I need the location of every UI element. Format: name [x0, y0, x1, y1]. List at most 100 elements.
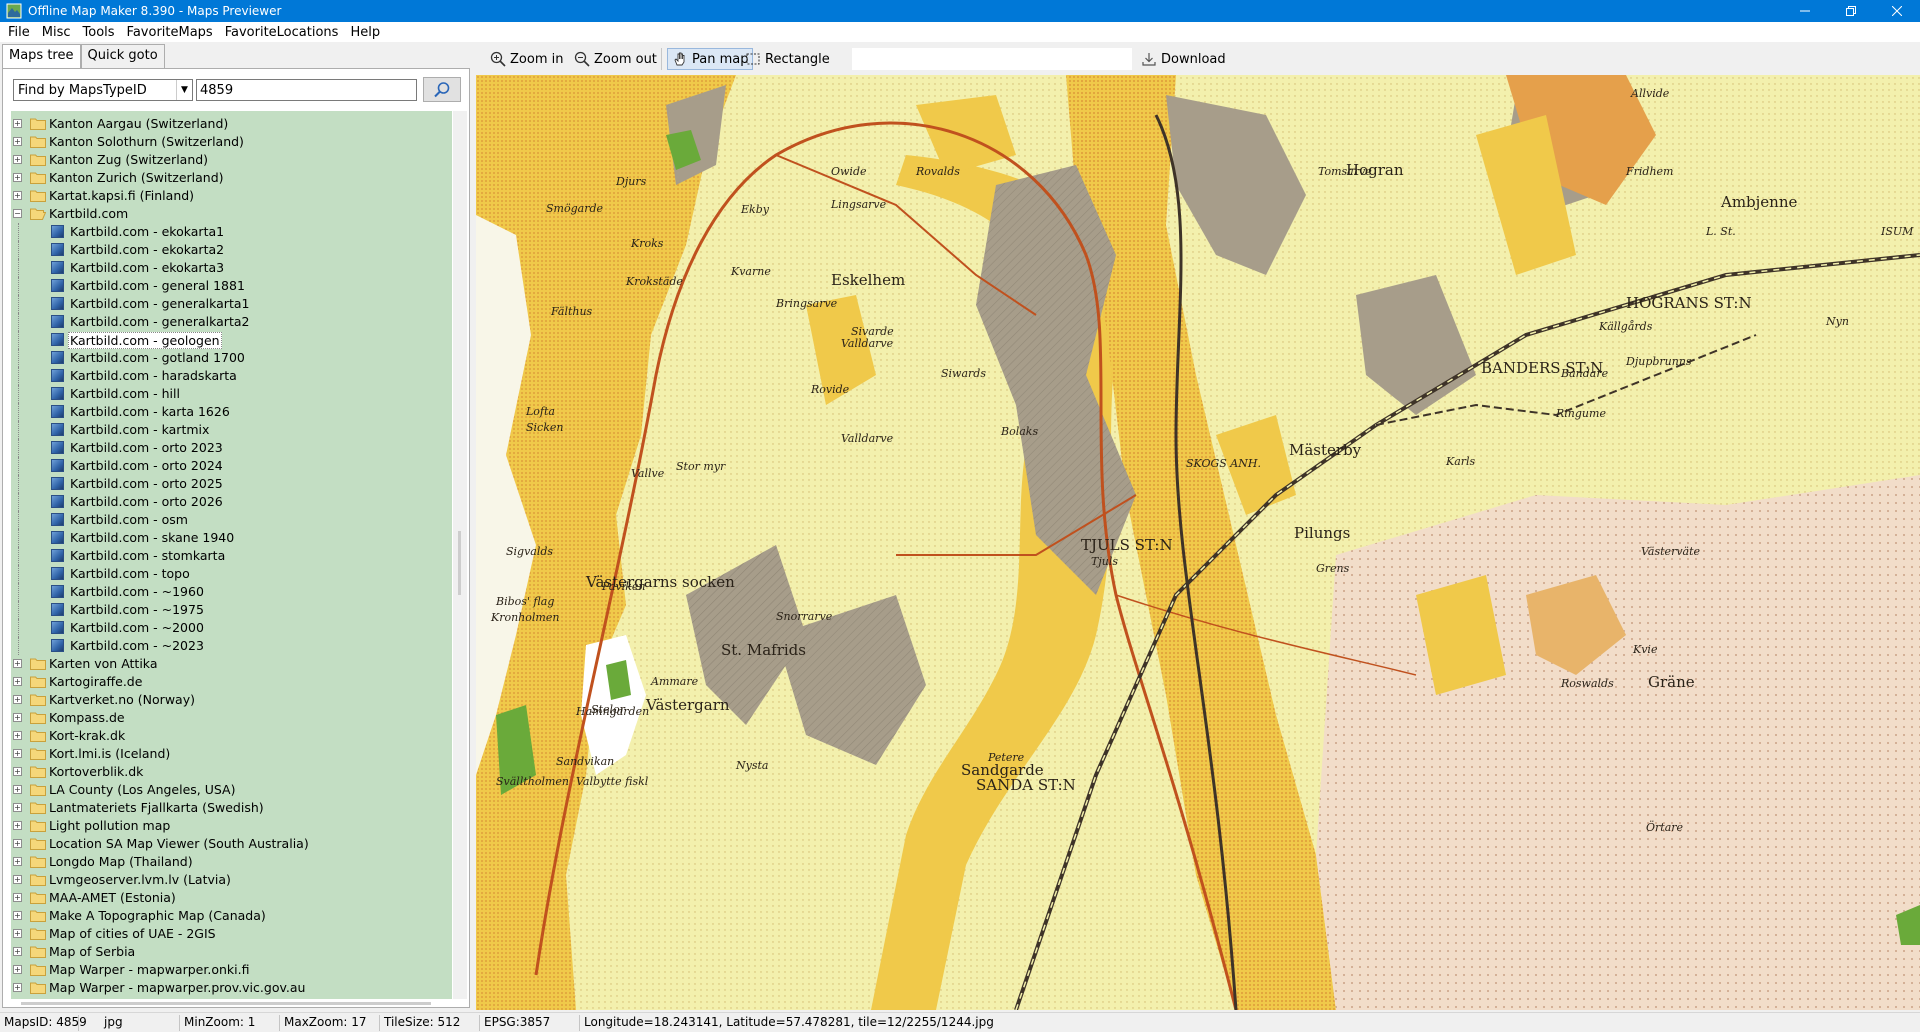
expand-icon[interactable]: + — [13, 875, 22, 884]
tree-map-item[interactable]: Kartbild.com - topo — [11, 565, 452, 583]
find-input[interactable] — [196, 79, 417, 101]
tree-folder-item[interactable]: + Map of cities of UAE - 2GIS — [11, 925, 452, 943]
expand-icon[interactable]: + — [13, 749, 22, 758]
menu-favorite-locations[interactable]: FavoriteLocations — [219, 25, 345, 40]
expand-icon[interactable]: + — [13, 893, 22, 902]
tree-map-item[interactable]: Kartbild.com - ~2000 — [11, 619, 452, 637]
tree-map-item[interactable]: Kartbild.com - generalkarta1 — [11, 295, 452, 313]
tree-map-item[interactable]: Kartbild.com - hill — [11, 385, 452, 403]
tree-vertical-scrollbar[interactable] — [453, 111, 467, 999]
maximize-button[interactable] — [1828, 0, 1874, 22]
expand-icon[interactable]: + — [13, 137, 22, 146]
tree-folder-item[interactable]: + Map Warper - mapwarper.prov.vic.gov.au — [11, 979, 452, 997]
tree-folder-item[interactable]: + Location SA Map Viewer (South Australia… — [11, 835, 452, 853]
tree-map-item[interactable]: Kartbild.com - osm — [11, 511, 452, 529]
expand-icon[interactable]: + — [13, 731, 22, 740]
tree-folder-item[interactable]: + Kartogiraffe.de — [11, 673, 452, 691]
expand-icon[interactable]: + — [13, 785, 22, 794]
expand-icon[interactable]: + — [13, 695, 22, 704]
expand-icon[interactable]: + — [13, 929, 22, 938]
expand-icon[interactable]: + — [13, 155, 22, 164]
menu-tools[interactable]: Tools — [77, 25, 121, 40]
tab-quick-goto[interactable]: Quick goto — [80, 44, 165, 68]
tree-folder-item[interactable]: + Kartverket.no (Norway) — [11, 691, 452, 709]
scrollbar-thumb[interactable] — [21, 1002, 431, 1005]
tree-folder-item[interactable]: + Kanton Zug (Switzerland) — [11, 151, 452, 169]
expand-icon[interactable]: + — [13, 191, 22, 200]
tree-folder-item[interactable]: + LA County (Los Angeles, USA) — [11, 781, 452, 799]
expand-icon[interactable]: + — [13, 119, 22, 128]
tree-folder-item[interactable]: + Lantmateriets Fjallkarta (Swedish) — [11, 799, 452, 817]
tree-map-item[interactable]: Kartbild.com - generalkarta2 — [11, 313, 452, 331]
expand-icon[interactable]: + — [13, 659, 22, 668]
tree-folder-item[interactable]: + Kort-krak.dk — [11, 727, 452, 745]
menu-misc[interactable]: Misc — [36, 25, 77, 40]
chevron-down-icon[interactable]: ▼ — [176, 80, 192, 100]
collapse-icon[interactable]: − — [13, 209, 22, 218]
menu-favorite-maps[interactable]: FavoriteMaps — [121, 25, 219, 40]
close-button[interactable] — [1874, 0, 1920, 22]
expand-icon[interactable]: + — [13, 857, 22, 866]
expand-icon[interactable]: + — [13, 821, 22, 830]
tree-folder-item[interactable]: + Lvmgeoserver.lvm.lv (Latvia) — [11, 871, 452, 889]
tree-folder-item[interactable]: + Kanton Zurich (Switzerland) — [11, 169, 452, 187]
expand-icon[interactable]: + — [13, 839, 22, 848]
tree-folder-item[interactable]: + MAA-AMET (Estonia) — [11, 889, 452, 907]
tree-map-item[interactable]: Kartbild.com - ekokarta2 — [11, 241, 452, 259]
tree-folder-item[interactable]: + Kartat.kapsi.fi (Finland) — [11, 187, 452, 205]
tree-map-item[interactable]: Kartbild.com - orto 2024 — [11, 457, 452, 475]
tree-folder-item[interactable]: + Kortoverblik.dk — [11, 763, 452, 781]
maps-tree[interactable]: + Kanton Aargau (Switzerland) + Kanton Solo… — [11, 111, 452, 999]
scrollbar-thumb[interactable] — [458, 531, 461, 595]
tree-horizontal-scrollbar[interactable] — [11, 999, 452, 1007]
tab-maps-tree[interactable]: Maps tree — [2, 44, 81, 69]
tree-folder-item[interactable]: + Make A Topographic Map (Canada) — [11, 907, 452, 925]
tree-map-item[interactable]: Kartbild.com - orto 2023 — [11, 439, 452, 457]
tree-folder-item[interactable]: + Kanton Solothurn (Switzerland) — [11, 133, 452, 151]
tree-folder-item[interactable]: + Kompass.de — [11, 709, 452, 727]
tree-map-item[interactable]: Kartbild.com - gotland 1700 — [11, 349, 452, 367]
tree-folder-item[interactable]: − Kartbild.com — [11, 205, 452, 223]
zoom-out-button[interactable]: Zoom out — [570, 48, 661, 70]
expand-icon[interactable]: + — [13, 803, 22, 812]
tree-folder-item[interactable]: + Kort.lmi.is (Iceland) — [11, 745, 452, 763]
tree-map-item[interactable]: Kartbild.com - skane 1940 — [11, 529, 452, 547]
tree-map-item[interactable]: Kartbild.com - geologen — [11, 331, 452, 349]
tree-folder-item[interactable]: + Map Warper - mapwarper.onki.fi — [11, 961, 452, 979]
tree-map-item[interactable]: Kartbild.com - ~2023 — [11, 637, 452, 655]
find-button[interactable] — [423, 77, 461, 102]
tree-map-item[interactable]: Kartbild.com - ekokarta1 — [11, 223, 452, 241]
find-mode-select[interactable]: Find by MapsTypeID ▼ — [13, 79, 193, 101]
menu-file[interactable]: File — [2, 25, 36, 40]
tree-map-item[interactable]: Kartbild.com - general 1881 — [11, 277, 452, 295]
tree-map-item[interactable]: Kartbild.com - orto 2026 — [11, 493, 452, 511]
map-view[interactable]: Allvide Owide Rovalds Tomsarve Hogran Smögard… — [476, 75, 1920, 1010]
tree-map-item[interactable]: Kartbild.com - haradskarta — [11, 367, 452, 385]
tree-map-item[interactable]: Kartbild.com - kartmix — [11, 421, 452, 439]
zoom-in-button[interactable]: Zoom in — [486, 48, 567, 70]
expand-icon[interactable]: + — [13, 677, 22, 686]
tree-folder-item[interactable]: + Kanton Aargau (Switzerland) — [11, 115, 452, 133]
tree-map-item[interactable]: Kartbild.com - karta 1626 — [11, 403, 452, 421]
tree-folder-item[interactable]: + Map of Serbia — [11, 943, 452, 961]
menu-help[interactable]: Help — [344, 25, 386, 40]
expand-icon[interactable]: + — [13, 947, 22, 956]
expand-icon[interactable]: + — [13, 965, 22, 974]
expand-icon[interactable]: + — [13, 713, 22, 722]
tree-folder-item[interactable]: + Karten von Attika — [11, 655, 452, 673]
expand-icon[interactable]: + — [13, 911, 22, 920]
tree-folder-item[interactable]: + Light pollution map — [11, 817, 452, 835]
download-button[interactable]: Download — [1137, 48, 1230, 70]
minimize-button[interactable] — [1782, 0, 1828, 22]
tree-map-item[interactable]: Kartbild.com - orto 2025 — [11, 475, 452, 493]
tree-map-item[interactable]: Kartbild.com - ~1960 — [11, 583, 452, 601]
tree-folder-item[interactable]: + Longdo Map (Thailand) — [11, 853, 452, 871]
tree-map-item[interactable]: Kartbild.com - ~1975 — [11, 601, 452, 619]
tree-map-item[interactable]: Kartbild.com - stomkarta — [11, 547, 452, 565]
rectangle-button[interactable]: Rectangle — [741, 48, 834, 70]
expand-icon[interactable]: + — [13, 173, 22, 182]
map-canvas[interactable]: AllvideOwide Rovalds TomsarveHogranSmögard… — [476, 75, 1920, 1010]
expand-icon[interactable]: + — [13, 767, 22, 776]
expand-icon[interactable]: + — [13, 983, 22, 992]
tree-map-item[interactable]: Kartbild.com - ekokarta3 — [11, 259, 452, 277]
